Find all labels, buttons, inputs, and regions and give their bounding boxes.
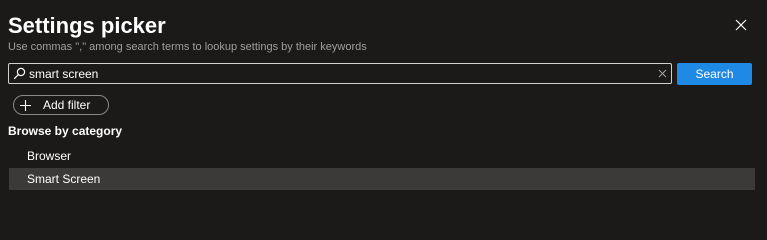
search-field[interactable] <box>8 63 672 84</box>
search-icon <box>13 67 26 80</box>
settings-picker-panel: Settings picker Use commas "," among sea… <box>0 0 767 205</box>
browse-heading: Browse by category <box>8 124 123 138</box>
close-icon[interactable] <box>733 17 749 33</box>
search-input[interactable] <box>29 64 649 83</box>
panel-subtitle: Use commas "," among search terms to loo… <box>8 41 367 53</box>
plus-icon <box>20 100 31 111</box>
clear-icon[interactable] <box>657 68 668 79</box>
add-filter-button[interactable]: Add filter <box>13 95 109 115</box>
search-button[interactable]: Search <box>677 63 752 85</box>
category-item-browser[interactable]: Browser <box>9 145 755 167</box>
panel-title: Settings picker <box>8 13 166 38</box>
add-filter-label: Add filter <box>43 98 91 112</box>
category-item-smart-screen[interactable]: Smart Screen <box>9 168 755 190</box>
